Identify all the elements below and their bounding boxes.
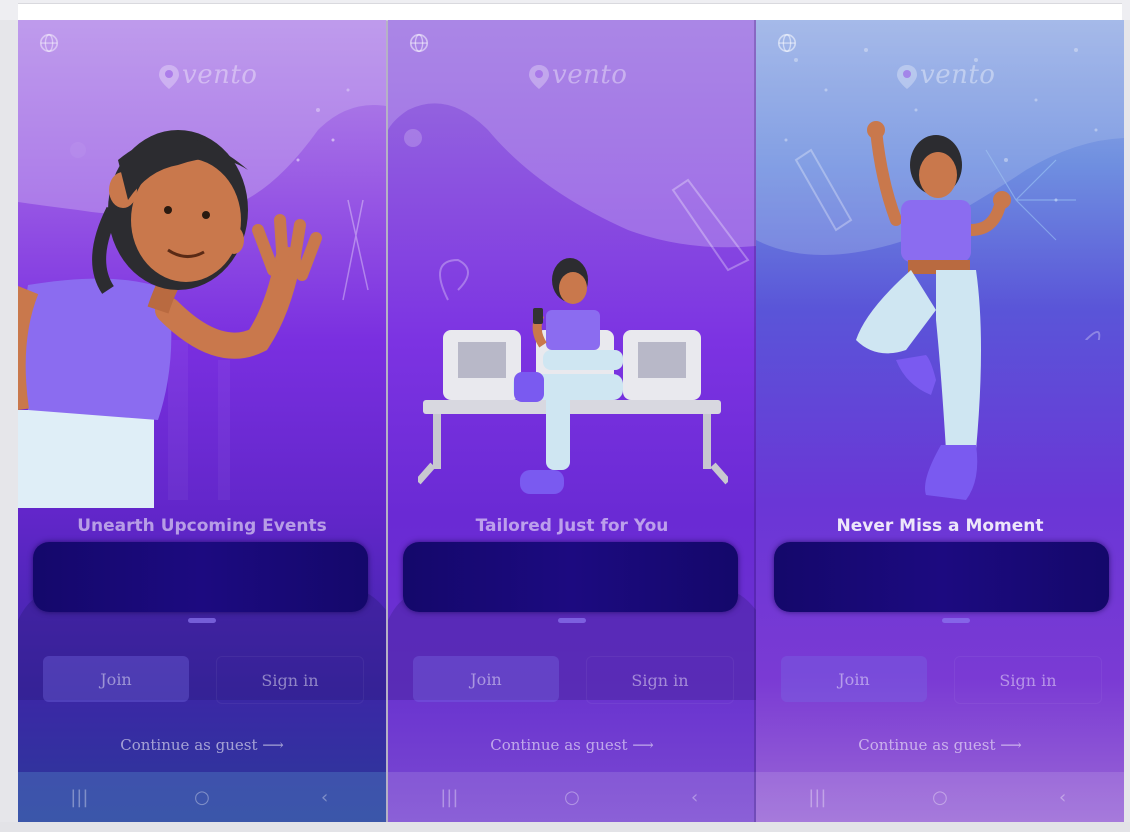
window-top-edge bbox=[0, 0, 1130, 21]
back-icon[interactable]: ‹ bbox=[305, 787, 345, 808]
system-nav-bar: ||| ○ ‹ bbox=[756, 772, 1124, 822]
continue-as-guest-link[interactable]: Continue as guest ⟶ bbox=[18, 736, 386, 754]
onboarding-screen-3: vento Never Miss a Moment Join Sign in C… bbox=[756, 20, 1124, 822]
window-frame bbox=[18, 3, 1122, 21]
sign-in-button[interactable]: Sign in bbox=[216, 656, 364, 704]
home-icon[interactable]: ○ bbox=[552, 787, 592, 808]
page-indicator bbox=[188, 618, 216, 623]
back-icon[interactable]: ‹ bbox=[1043, 787, 1083, 808]
system-nav-bar: ||| ○ ‹ bbox=[18, 772, 386, 822]
onboarding-title: Unearth Upcoming Events bbox=[77, 516, 327, 536]
girl-jumping-illustration bbox=[856, 121, 1011, 500]
language-globe-icon[interactable] bbox=[776, 32, 798, 54]
continue-as-guest-link[interactable]: Continue as guest ⟶ bbox=[388, 736, 756, 754]
page-indicator bbox=[942, 618, 970, 623]
onboarding-screen-1: vento Unearth Upcoming Events Join Sign … bbox=[18, 20, 386, 822]
join-button[interactable]: Join bbox=[781, 656, 927, 702]
location-pin-logo-icon bbox=[897, 65, 917, 89]
redacted-description bbox=[33, 542, 368, 612]
vento-logo: vento bbox=[528, 60, 648, 100]
location-pin-logo-icon bbox=[159, 65, 179, 89]
app-name: vento bbox=[182, 60, 258, 90]
vento-logo: vento bbox=[158, 60, 278, 100]
location-pin-logo-icon bbox=[529, 65, 549, 89]
window-bottom-edge bbox=[0, 822, 1130, 832]
join-button[interactable]: Join bbox=[413, 656, 559, 702]
onboarding-title: Never Miss a Moment bbox=[836, 516, 1044, 536]
onboarding-screen-2: vento Tailored Just for You Join Sign in… bbox=[388, 20, 756, 822]
vento-logo: vento bbox=[896, 60, 1016, 100]
join-button[interactable]: Join bbox=[43, 656, 189, 702]
sign-in-button[interactable]: Sign in bbox=[586, 656, 734, 704]
language-globe-icon[interactable] bbox=[38, 32, 60, 54]
language-globe-icon[interactable] bbox=[408, 32, 430, 54]
redacted-description bbox=[403, 542, 738, 612]
redacted-description bbox=[774, 542, 1109, 612]
system-nav-bar: ||| ○ ‹ bbox=[388, 772, 756, 822]
home-icon[interactable]: ○ bbox=[920, 787, 960, 808]
app-name: vento bbox=[920, 60, 996, 90]
continue-as-guest-link[interactable]: Continue as guest ⟶ bbox=[756, 736, 1124, 754]
home-icon[interactable]: ○ bbox=[182, 787, 222, 808]
sign-in-button[interactable]: Sign in bbox=[954, 656, 1102, 704]
girl-on-bench-illustration bbox=[418, 258, 728, 494]
onboarding-title: Tailored Just for You bbox=[475, 516, 669, 536]
back-icon[interactable]: ‹ bbox=[675, 787, 715, 808]
app-name: vento bbox=[552, 60, 628, 90]
recents-icon[interactable]: ||| bbox=[797, 787, 837, 808]
recents-icon[interactable]: ||| bbox=[429, 787, 469, 808]
recents-icon[interactable]: ||| bbox=[59, 787, 99, 808]
girl-waving-illustration bbox=[18, 130, 322, 508]
page-indicator bbox=[558, 618, 586, 623]
